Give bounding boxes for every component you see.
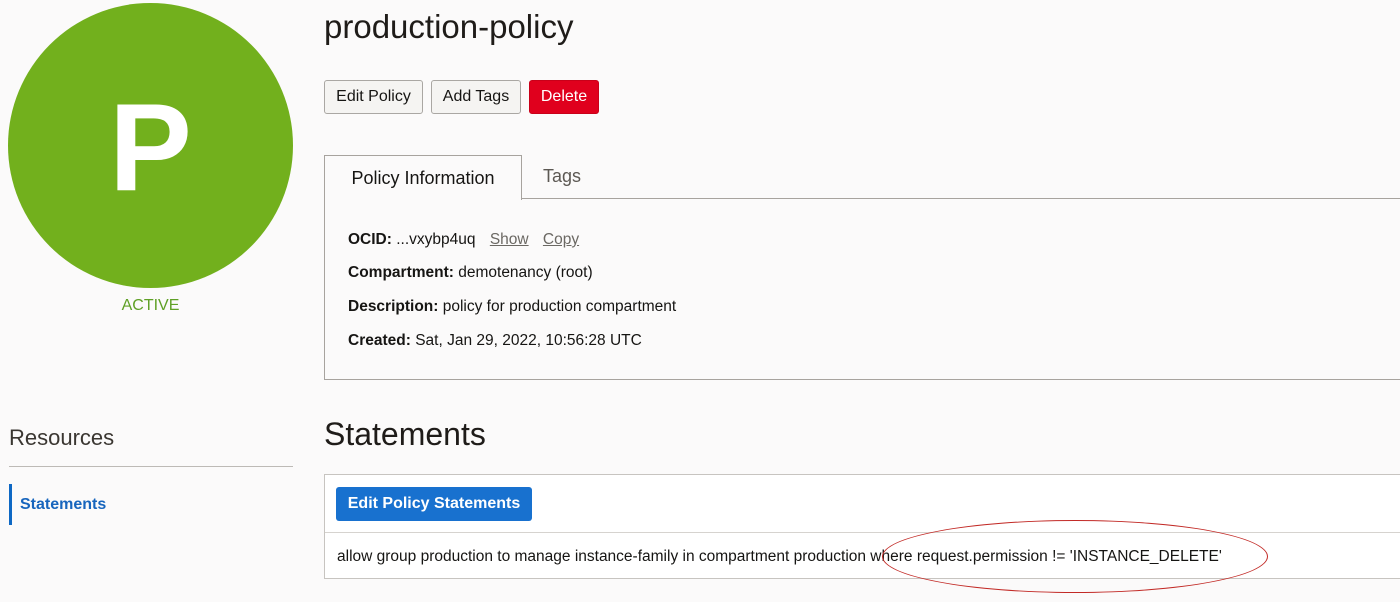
tab-tags[interactable]: Tags	[522, 155, 602, 198]
ocid-row: OCID: ...vxybp4uq Show Copy	[348, 231, 579, 249]
sidebar-item-statements[interactable]: Statements	[9, 484, 209, 525]
edit-policy-statements-button[interactable]: Edit Policy Statements	[336, 487, 532, 521]
resources-divider	[9, 466, 293, 467]
delete-button[interactable]: Delete	[529, 80, 599, 114]
created-label: Created:	[348, 332, 411, 349]
description-label: Description:	[348, 298, 439, 315]
policy-detail-page: P ACTIVE Resources Statements production…	[0, 0, 1400, 602]
show-ocid-link[interactable]: Show	[490, 231, 529, 248]
created-row: Created: Sat, Jan 29, 2022, 10:56:28 UTC	[348, 332, 642, 350]
statement-row: allow group production to manage instanc…	[337, 548, 1222, 565]
description-row: Description: policy for production compa…	[348, 298, 676, 316]
compartment-label: Compartment:	[348, 264, 454, 281]
edit-policy-button[interactable]: Edit Policy	[324, 80, 423, 114]
statements-toolbar: Edit Policy Statements	[325, 475, 1400, 533]
add-tags-button[interactable]: Add Tags	[431, 80, 521, 114]
policy-info-panel: OCID: ...vxybp4uq Show Copy Compartment:…	[324, 198, 1400, 380]
statements-panel: Edit Policy Statements allow group produ…	[324, 474, 1400, 579]
resources-title: Resources	[9, 425, 115, 450]
copy-ocid-link[interactable]: Copy	[543, 231, 579, 248]
compartment-value: demotenancy (root)	[458, 264, 593, 281]
avatar-letter: P	[109, 78, 192, 217]
ocid-label: OCID:	[348, 231, 392, 248]
ocid-value: ...vxybp4uq	[396, 231, 476, 248]
tab-policy-information[interactable]: Policy Information	[324, 155, 522, 200]
page-title: production-policy	[324, 8, 574, 45]
policy-avatar: P	[8, 3, 293, 288]
status-label: ACTIVE	[121, 297, 180, 314]
statements-heading: Statements	[324, 416, 486, 452]
compartment-row: Compartment: demotenancy (root)	[348, 264, 593, 282]
sidebar-item-label: Statements	[20, 495, 107, 513]
description-value: policy for production compartment	[442, 298, 677, 315]
created-value: Sat, Jan 29, 2022, 10:56:28 UTC	[415, 332, 642, 349]
